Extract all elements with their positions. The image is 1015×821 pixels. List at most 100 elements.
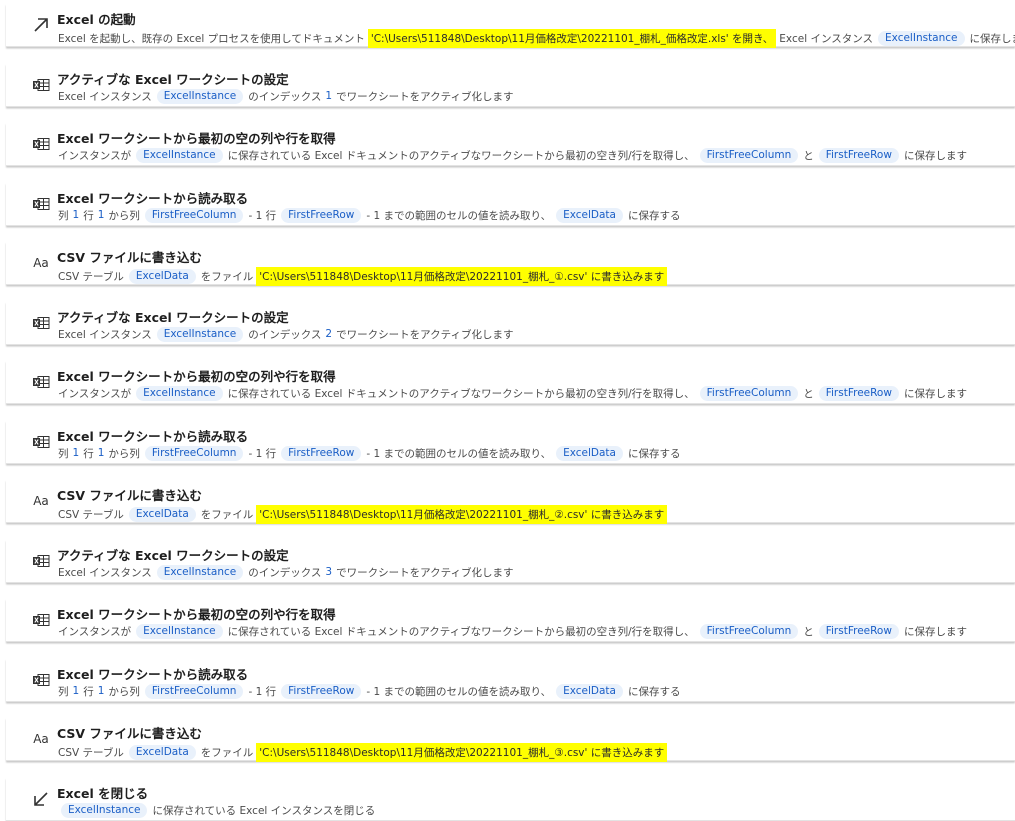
description-text: Excel インスタンス [58, 566, 152, 579]
excel-sheet-icon [30, 609, 52, 631]
number-value: 1 [325, 90, 333, 102]
flow-step-9[interactable]: Aa CSV ファイルに書き込む CSV テーブル ExcelData をファイル '… [6, 480, 1015, 524]
number-value: 1 [72, 685, 80, 697]
description-text: のインデックス [248, 90, 322, 103]
step-description: インスタンスが ExcelInstance に保存されている Excel ドキュメン… [57, 386, 968, 401]
variable-token: ExcelData [128, 507, 196, 522]
highlighted-path: 'C:\Users\511848\Desktop\11月価格改定\2022110… [256, 743, 668, 762]
step-title: Excel ワークシートから最初の空の列や行を取得 [57, 607, 336, 622]
description-text: 行 [83, 447, 94, 460]
flow-step-1[interactable]: Excel の起動 Excel を起動し、既存の Excel プロセスを使用して… [6, 4, 1015, 48]
step-description: CSV テーブル ExcelData をファイル 'C:\Users\511848\D… [57, 267, 669, 286]
description-text: でワークシートをアクティブ化します [336, 90, 514, 103]
description-text: に保存されている Excel ドキュメントのアクティブなワークシートから最初の空… [227, 388, 695, 400]
description-text: インスタンスが [58, 626, 132, 638]
description-text: をファイル [200, 271, 254, 283]
description-text: インスタンスが [58, 150, 132, 162]
step-title: アクティブな Excel ワークシートの設定 [57, 547, 289, 563]
flow-step-4[interactable]: Excel ワークシートから読み取る 列 1 行 1 から列 FirstFreeColum… [6, 182, 1015, 226]
number-value: 1 [97, 447, 105, 459]
step-title: アクティブな Excel ワークシートの設定 [57, 71, 289, 87]
close-arrow-icon [30, 788, 52, 810]
step-title: Excel ワークシートから読み取る [57, 190, 249, 206]
flow-step-8[interactable]: Excel ワークシートから読み取る 列 1 行 1 から列 FirstFreeColum… [6, 420, 1015, 464]
step-description: 列 1 行 1 から列 FirstFreeColumn - 1 行 FirstFreeRow -… [57, 207, 681, 223]
step-title: アクティブな Excel ワークシートの設定 [57, 309, 289, 325]
description-text: - 1 行 [248, 447, 277, 460]
launch-arrow-icon [30, 14, 52, 36]
description-text: - 1 までの範囲のセルの値を読み取り、 [366, 447, 552, 460]
variable-token: FirstFreeColumn [699, 148, 799, 163]
step-description: CSV テーブル ExcelData をファイル 'C:\Users\511848\D… [57, 505, 669, 524]
description-text: - 1 までの範囲のセルの値を読み取り、 [366, 209, 552, 222]
description-text: でワークシートをアクティブ化します [336, 566, 514, 579]
step-title: CSV ファイルに書き込む [57, 250, 202, 265]
variable-token: ExcelData [556, 445, 623, 461]
description-text: - 1 までの範囲のセルの値を読み取り、 [366, 685, 552, 698]
variable-token: FirstFreeRow [281, 207, 362, 223]
description-text: と [803, 626, 814, 638]
variable-token: FirstFreeColumn [144, 683, 244, 699]
variable-token: FirstFreeColumn [144, 207, 244, 223]
variable-token: FirstFreeColumn [144, 445, 244, 461]
step-description: インスタンスが ExcelInstance に保存されている Excel ドキュメン… [57, 624, 968, 639]
variable-token: ExcelData [556, 207, 623, 223]
flow-step-3[interactable]: Excel ワークシートから最初の空の列や行を取得 インスタンスが ExcelIn… [6, 123, 1015, 166]
description-text: Excel インスタンス [58, 328, 152, 341]
variable-token: ExcelInstance [156, 326, 244, 342]
description-text: に保存します [903, 388, 967, 400]
excel-sheet-icon [30, 550, 52, 572]
excel-sheet-icon [30, 74, 52, 96]
step-description: 列 1 行 1 から列 FirstFreeColumn - 1 行 FirstFreeRow -… [57, 445, 681, 461]
variable-token: FirstFreeRow [281, 683, 362, 699]
description-text: に保存されている Excel インスタンスを閉じる [152, 804, 376, 817]
description-text: から列 [108, 447, 140, 460]
description-text: Excel インスタンス [58, 90, 152, 103]
flow-step-list: Excel の起動 Excel を起動し、既存の Excel プロセスを使用して… [0, 0, 1015, 821]
step-description: インスタンスが ExcelInstance に保存されている Excel ドキュメン… [57, 148, 968, 163]
flow-step-5[interactable]: Aa CSV ファイルに書き込む CSV テーブル ExcelData をファイル '… [6, 242, 1015, 286]
flow-step-2[interactable]: アクティブな Excel ワークシートの設定 Excel インスタンス Excel… [6, 63, 1015, 107]
description-text: - 1 行 [248, 209, 277, 222]
description-text: に保存する [627, 685, 681, 698]
description-text: - 1 行 [248, 685, 277, 698]
step-title: CSV ファイルに書き込む [57, 726, 202, 741]
description-text: と [803, 150, 814, 162]
excel-sheet-icon [30, 431, 52, 453]
text-aa-icon: Aa [30, 252, 52, 274]
number-value: 1 [97, 685, 105, 697]
description-text: 列 [58, 685, 69, 698]
step-description: CSV テーブル ExcelData をファイル 'C:\Users\511848\D… [57, 743, 669, 762]
flow-step-7[interactable]: Excel ワークシートから最初の空の列や行を取得 インスタンスが ExcelIn… [6, 361, 1015, 404]
description-text: をファイル [200, 509, 254, 521]
step-description: Excel インスタンス ExcelInstance のインデックス 3 でワークシート… [57, 564, 514, 580]
flow-step-10[interactable]: アクティブな Excel ワークシートの設定 Excel インスタンス Excel… [6, 539, 1015, 583]
step-title: CSV ファイルに書き込む [57, 488, 202, 503]
description-text: に保存する [627, 447, 681, 460]
text-aa-glyph: Aa [33, 494, 49, 508]
flow-step-12[interactable]: Excel ワークシートから読み取る 列 1 行 1 から列 FirstFreeColum… [6, 658, 1015, 702]
highlighted-path: 'C:\Users\511848\Desktop\11月価格改定\2022110… [256, 505, 668, 524]
description-text: 行 [83, 685, 94, 698]
description-text: のインデックス [248, 566, 322, 579]
variable-token: FirstFreeRow [281, 445, 362, 461]
variable-token: ExcelInstance [61, 802, 148, 818]
description-text: に保存します [903, 150, 967, 162]
flow-step-6[interactable]: アクティブな Excel ワークシートの設定 Excel インスタンス Excel… [6, 301, 1015, 345]
step-title: Excel ワークシートから最初の空の列や行を取得 [57, 369, 336, 384]
flow-step-11[interactable]: Excel ワークシートから最初の空の列や行を取得 インスタンスが ExcelIn… [6, 599, 1015, 642]
description-text: でワークシートをアクティブ化します [336, 328, 514, 341]
variable-token: ExcelData [556, 683, 623, 699]
description-text: に保存されている Excel ドキュメントのアクティブなワークシートから最初の空… [227, 150, 695, 162]
description-text: に保存する [627, 209, 681, 222]
text-aa-icon: Aa [30, 728, 52, 750]
description-text: に保存されている Excel ドキュメントのアクティブなワークシートから最初の空… [227, 626, 695, 638]
number-value: 3 [325, 566, 333, 578]
step-title: Excel ワークシートから最初の空の列や行を取得 [57, 131, 336, 146]
description-text: から列 [108, 209, 140, 222]
variable-token: FirstFreeColumn [699, 624, 799, 639]
flow-step-13[interactable]: Aa CSV ファイルに書き込む CSV テーブル ExcelData をファイル '… [6, 718, 1015, 762]
flow-step-14[interactable]: Excel を閉じる ExcelInstance に保存されている Excel イ… [6, 777, 1015, 821]
step-title: Excel の起動 [57, 12, 136, 27]
step-title: Excel を閉じる [57, 785, 149, 801]
